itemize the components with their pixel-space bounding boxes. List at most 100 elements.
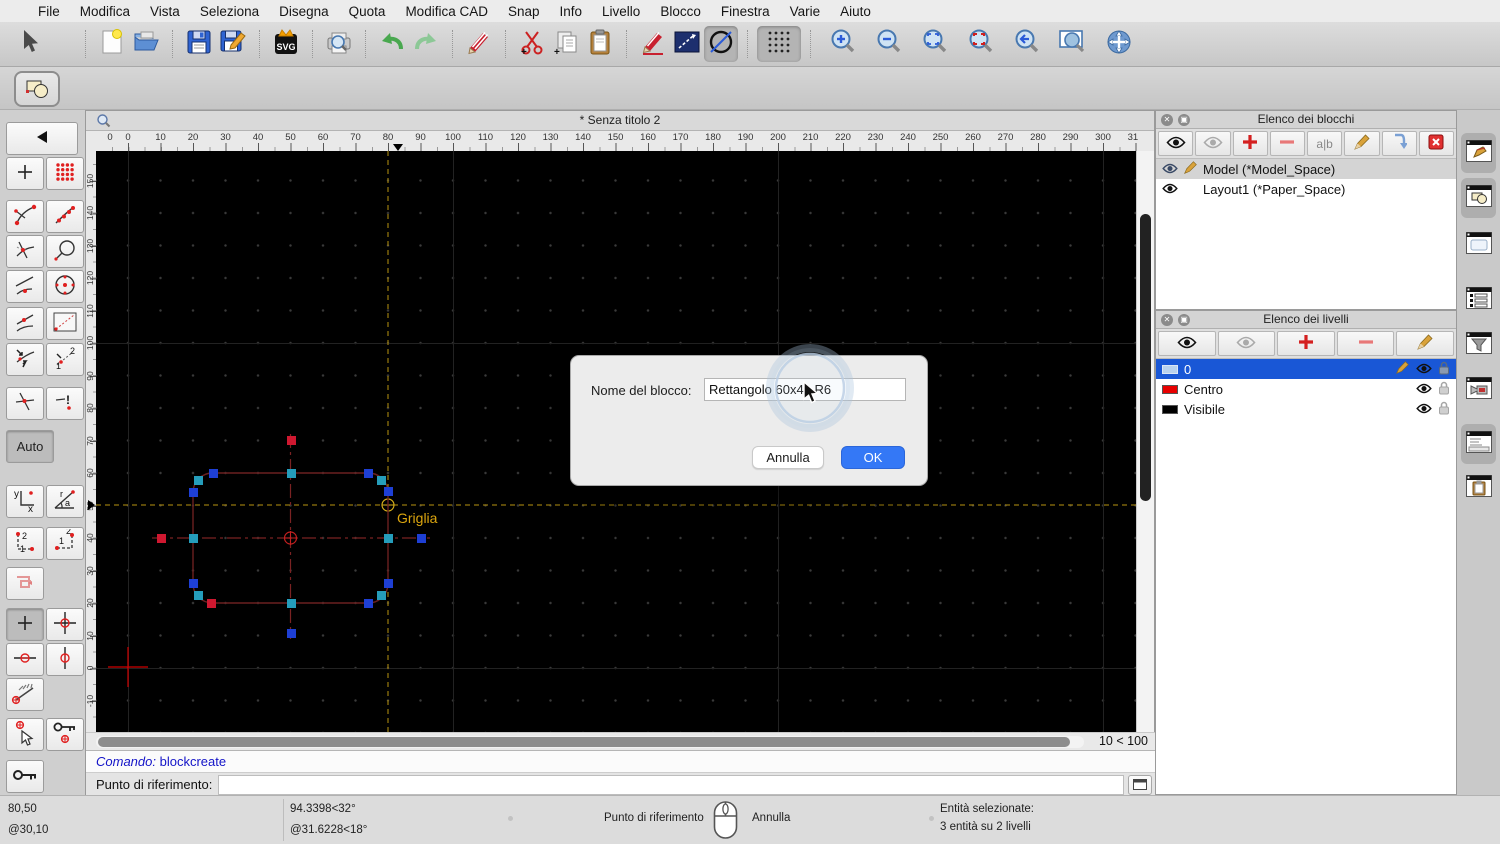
selection-handle[interactable] [189,488,198,497]
delete-block-button[interactable] [1419,131,1454,156]
menu-item-file[interactable]: File [28,4,70,19]
visibility-eye-icon[interactable] [1416,362,1432,377]
set-relative-zero-button[interactable] [6,718,44,751]
selection-handle[interactable] [207,599,216,608]
redo-button[interactable] [409,26,443,62]
coordinates-polar-button[interactable]: ra [46,485,84,518]
snap-intersection-button[interactable] [6,387,44,420]
command-options-button[interactable] [1128,775,1152,795]
zoom-selection-button[interactable] [964,26,998,62]
snap-on-entity-button[interactable] [46,200,84,233]
restrict-nothing-button[interactable] [6,608,44,641]
selection-handle[interactable] [194,591,203,600]
menu-item-finestra[interactable]: Finestra [711,4,780,19]
relative-zero-button[interactable] [6,760,44,793]
menu-item-modifica-cad[interactable]: Modifica CAD [395,4,498,19]
remove-block-button[interactable] [1270,131,1305,156]
vertical-scrollbar[interactable] [1136,151,1154,732]
selection-category-button[interactable] [14,71,60,107]
layer-color-swatch[interactable] [1162,405,1178,414]
edit-pencil-icon[interactable] [1395,360,1410,378]
dock-property-editor-button[interactable] [1461,133,1496,173]
snap-tangent-button[interactable] [6,270,44,303]
selection-handle[interactable] [287,599,296,608]
panel-float-icon[interactable]: ▣ [1178,114,1190,126]
coordinates-relative-cartesian-button[interactable]: 12 [6,527,44,560]
menu-item-vista[interactable]: Vista [140,4,190,19]
snap-reference-button[interactable] [46,307,84,340]
line-tool-button[interactable] [670,26,704,62]
visibility-eye-icon[interactable] [1162,182,1178,197]
restrict-orthogonal-button[interactable] [46,608,84,641]
rename-block-button[interactable]: a|b [1307,131,1342,156]
command-input[interactable] [218,775,1124,795]
selection-handle[interactable] [417,534,426,543]
zoom-auto-button[interactable] [918,26,952,62]
dock-list-button[interactable] [1461,280,1496,320]
layer-row[interactable]: Centro [1156,379,1456,399]
edit-block-button[interactable] [1344,131,1379,156]
copy-button[interactable]: + [549,26,583,62]
menu-item-modifica[interactable]: Modifica [70,4,140,19]
snap-auto-button[interactable]: Auto [6,430,54,463]
menu-item-blocco[interactable]: Blocco [650,4,711,19]
svg-export-button[interactable]: SVG [269,26,303,62]
snap-perpendicular-button[interactable] [46,235,84,268]
edit-layer-button[interactable] [1396,331,1454,356]
selection-handle[interactable] [384,579,393,588]
dock-viewer-button[interactable] [1461,370,1496,410]
lock-icon[interactable] [1438,361,1450,378]
selection-handle[interactable] [194,476,203,485]
draw-pencil-button[interactable] [636,26,670,62]
panel-close-icon[interactable]: ✕ [1161,114,1173,126]
zoom-window-button[interactable] [1056,26,1090,62]
dock-filter-button[interactable] [1461,325,1496,365]
selection-handle[interactable] [377,591,386,600]
dock-selection-button[interactable] [1461,178,1496,218]
horizontal-scrollbar-thumb[interactable] [98,737,1070,747]
zoom-in-button[interactable] [826,26,860,62]
selection-handle[interactable] [189,534,198,543]
circle-tool-button[interactable] [704,26,738,62]
cancel-button[interactable]: Annulla [752,446,824,469]
snap-free-button[interactable] [6,157,44,190]
toggle-block-visibility-button[interactable] [1158,131,1193,156]
toggle-layer-visibility-button[interactable] [1158,331,1216,356]
layer-row[interactable]: 0 [1156,359,1456,379]
snap-angle-button[interactable] [6,678,44,711]
snap-endpoints-button[interactable] [6,200,44,233]
add-block-button[interactable] [1233,131,1268,156]
delete-button[interactable] [462,26,496,62]
selection-handle[interactable] [209,469,218,478]
snap-distance-manual-button[interactable]: 12 [46,343,84,376]
selection-handle[interactable] [384,534,393,543]
menu-item-seleziona[interactable]: Seleziona [190,4,269,19]
dock-clipboard-button[interactable] [1461,468,1496,508]
layer-color-swatch[interactable] [1162,365,1178,374]
dock-command-line-button[interactable] [1461,424,1496,464]
selection-handle[interactable] [157,534,166,543]
insert-block-button[interactable] [1382,131,1417,156]
selection-pointer-button[interactable] [12,26,46,62]
lock-icon[interactable] [1438,401,1450,418]
menu-item-snap[interactable]: Snap [498,4,550,19]
block-row[interactable]: Layout1 (*Paper_Space) [1156,179,1456,199]
panel-float-icon[interactable]: ▣ [1178,314,1190,326]
selection-handle[interactable] [377,476,386,485]
visibility-eye-icon[interactable] [1416,402,1432,417]
save-as-button[interactable] [216,26,250,62]
visibility-eye-icon[interactable] [1416,382,1432,397]
coordinates-relative-polar-button[interactable]: 12 [46,527,84,560]
cut-button[interactable]: + [515,26,549,62]
panel-close-icon[interactable]: ✕ [1161,314,1173,326]
new-document-button[interactable] [95,26,129,62]
save-button[interactable] [182,26,216,62]
paste-button[interactable] [583,26,617,62]
coordinates-cartesian-button[interactable]: yx [6,485,44,518]
toggle-hidden-layers-button[interactable] [1218,331,1276,356]
menu-item-aiuto[interactable]: Aiuto [830,4,881,19]
selection-handle[interactable] [384,487,393,496]
open-file-button[interactable] [129,26,163,62]
zoom-out-button[interactable] [872,26,906,62]
menu-item-livello[interactable]: Livello [592,4,650,19]
